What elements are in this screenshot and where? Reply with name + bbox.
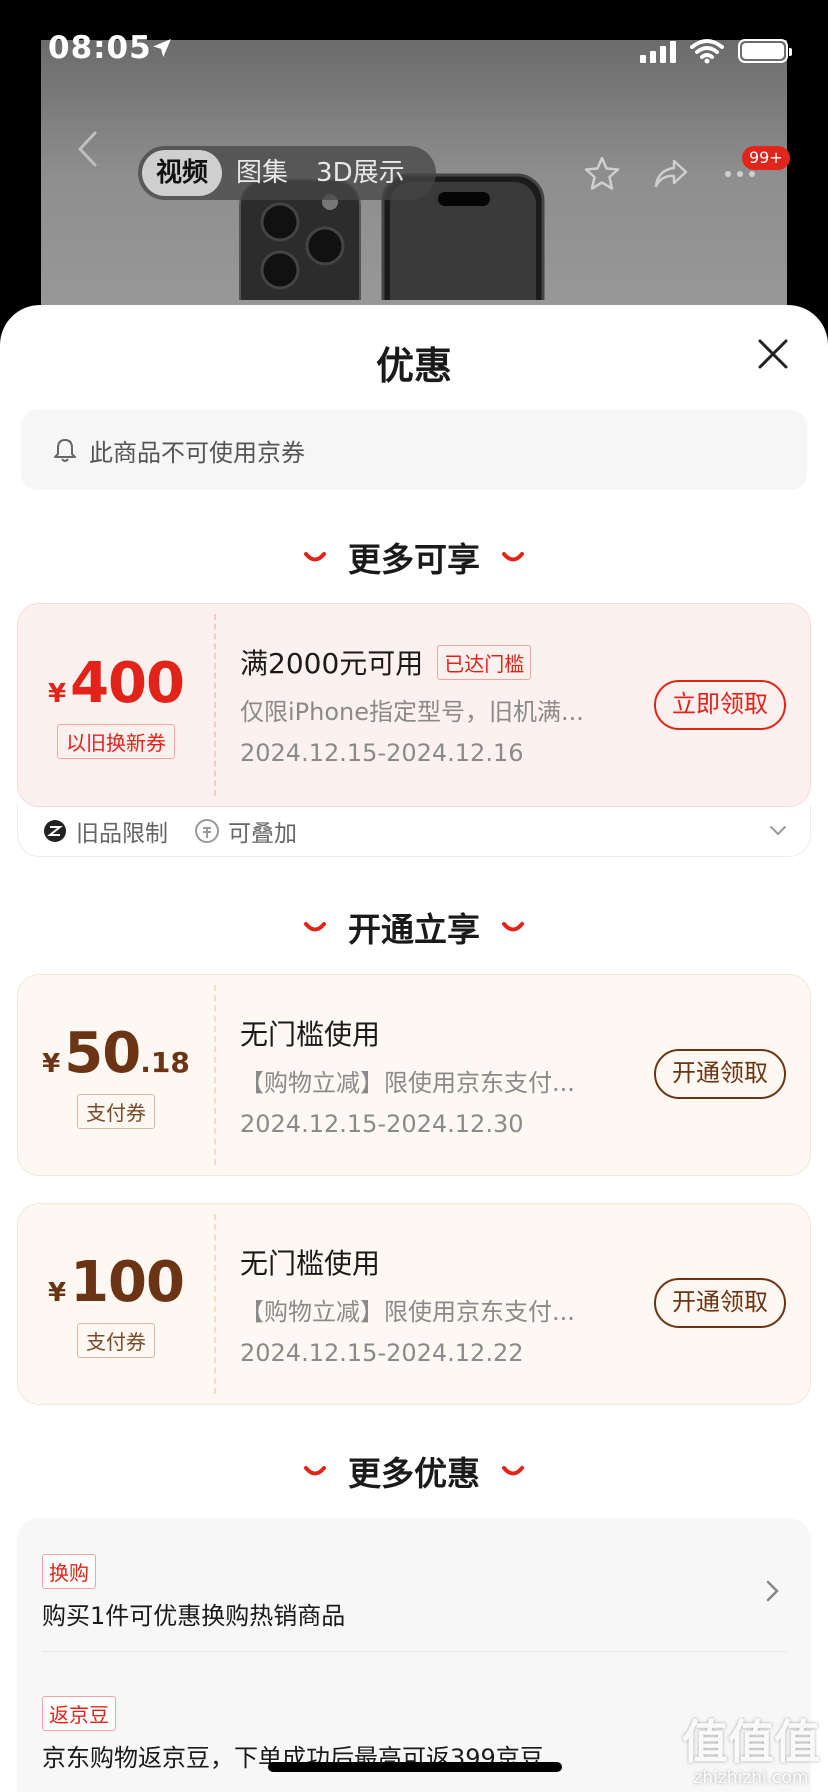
coupon-date: 2024.12.15-2024.12.30 [240, 1110, 524, 1138]
media-tabs: 视频 图集 3D展示 [138, 146, 436, 200]
wifi-icon [690, 39, 724, 64]
notice-text: 此商品不可使用京券 [89, 438, 305, 467]
smile-decoration-icon [304, 1466, 326, 1476]
coupon-amount-area: ¥ 100 支付券 [18, 1204, 214, 1404]
coupon-desc: 【购物立减】限使用京东支付... [240, 1069, 575, 1097]
section-more-offers: 更多优惠 [0, 1447, 828, 1495]
more-badge: 99+ [742, 146, 790, 170]
coupon-type-tag: 支付券 [77, 1094, 155, 1129]
favorite-star-icon[interactable] [582, 154, 622, 194]
watermark-url: zhizhizhi.com [693, 1768, 809, 1788]
stackable-icon [195, 818, 219, 843]
coupon-desc: 仅限iPhone指定型号，旧机满... [240, 698, 584, 726]
section-title: 更多优惠 [348, 1454, 480, 1493]
status-bar: 08:05 [0, 0, 828, 96]
coupon-date: 2024.12.15-2024.12.16 [240, 739, 524, 767]
watermark: 值值值 zhizhizhi.com [676, 1706, 826, 1788]
divider [42, 1651, 786, 1652]
coupon-card-tradein: ¥ 400 以旧换新券 满2000元可用 已达门槛 仅限iPhone指定型号，旧… [17, 603, 811, 807]
trade-limit-icon [44, 819, 66, 842]
offer-text-trade[interactable]: 购买1件可优惠换购热销商品 [42, 1596, 345, 1631]
coupon-type-tag: 支付券 [77, 1323, 155, 1358]
coupon-amount-area: ¥ 50 .18 支付券 [18, 975, 214, 1175]
offer-tag-beans: 返京豆 [42, 1696, 116, 1731]
smile-decoration-icon [502, 922, 524, 932]
coupon-divider [214, 985, 216, 1165]
chevron-down-icon[interactable] [768, 821, 788, 841]
smile-decoration-icon [502, 552, 524, 562]
coupon-desc: 【购物立减】限使用京东支付... [240, 1298, 575, 1326]
footer-tag-trade-limit: 旧品限制 [76, 820, 168, 847]
status-time: 08:05 [48, 30, 152, 66]
coupon-title: 无门槛使用 [240, 1018, 381, 1051]
coupon-amount: ¥ 100 [48, 1250, 185, 1315]
chevron-right-icon[interactable] [763, 1578, 781, 1604]
smile-decoration-icon [304, 552, 326, 562]
cellular-signal-icon [640, 39, 676, 63]
sheet-title: 优惠 [375, 344, 452, 388]
open-claim-button[interactable]: 开通领取 [654, 1278, 786, 1328]
battery-icon [738, 39, 792, 63]
offers-sheet: 优惠 此商品不可使用京券 更多可享 ¥ 400 以旧换新券 满2000元可用 已… [0, 305, 828, 1792]
coupon-card-payment-1: ¥ 50 .18 支付券 无门槛使用 【购物立减】限使用京东支付... 2024… [17, 974, 811, 1176]
coupon-type-tag: 以旧换新券 [57, 724, 175, 759]
offer-tag-trade: 换购 [42, 1554, 96, 1589]
bell-icon [54, 439, 76, 462]
coupon-amount: ¥ 400 [48, 651, 185, 716]
coupon-title: 无门槛使用 [240, 1247, 381, 1280]
coupon-notice: 此商品不可使用京券 [21, 410, 807, 490]
home-indicator [268, 1762, 562, 1772]
coupon-amount-area: ¥ 400 以旧换新券 [18, 604, 214, 806]
close-icon[interactable] [756, 337, 790, 371]
location-arrow-icon [153, 39, 171, 57]
coupon-info: 满2000元可用 已达门槛 仅限iPhone指定型号，旧机满... 2024.1… [240, 644, 640, 767]
coupon-info: 无门槛使用 【购物立减】限使用京东支付... 2024.12.15-2024.1… [240, 1015, 640, 1138]
smile-decoration-icon [502, 1466, 524, 1476]
tab-3d[interactable]: 3D展示 [302, 150, 419, 196]
back-arrow-icon[interactable] [76, 130, 98, 168]
tab-gallery[interactable]: 图集 [222, 150, 302, 196]
smile-decoration-icon [304, 922, 326, 932]
coupon-amount: ¥ 50 .18 [42, 1021, 190, 1086]
threshold-reached-tag: 已达门槛 [437, 644, 532, 680]
coupon-footer[interactable]: 旧品限制 可叠加 [17, 805, 811, 857]
share-icon[interactable] [650, 154, 690, 194]
coupon-title: 满2000元可用 已达门槛 [240, 644, 640, 680]
footer-tag-stackable: 可叠加 [228, 820, 297, 847]
coupon-divider [214, 614, 216, 796]
section-title: 开通立享 [348, 910, 480, 949]
coupon-divider [214, 1214, 216, 1394]
claim-now-button[interactable]: 立即领取 [654, 680, 786, 730]
coupon-info: 无门槛使用 【购物立减】限使用京东支付... 2024.12.15-2024.1… [240, 1244, 640, 1367]
watermark-logo: 值值值 [682, 1715, 820, 1769]
coupon-date: 2024.12.15-2024.12.22 [240, 1339, 524, 1367]
section-title: 更多可享 [348, 540, 480, 579]
section-open-to-enjoy: 开通立享 [0, 903, 828, 951]
tab-video[interactable]: 视频 [142, 150, 223, 196]
coupon-card-payment-2: ¥ 100 支付券 无门槛使用 【购物立减】限使用京东支付... 2024.12… [17, 1203, 811, 1405]
open-claim-button[interactable]: 开通领取 [654, 1049, 786, 1099]
section-more-available: 更多可享 [0, 533, 828, 581]
